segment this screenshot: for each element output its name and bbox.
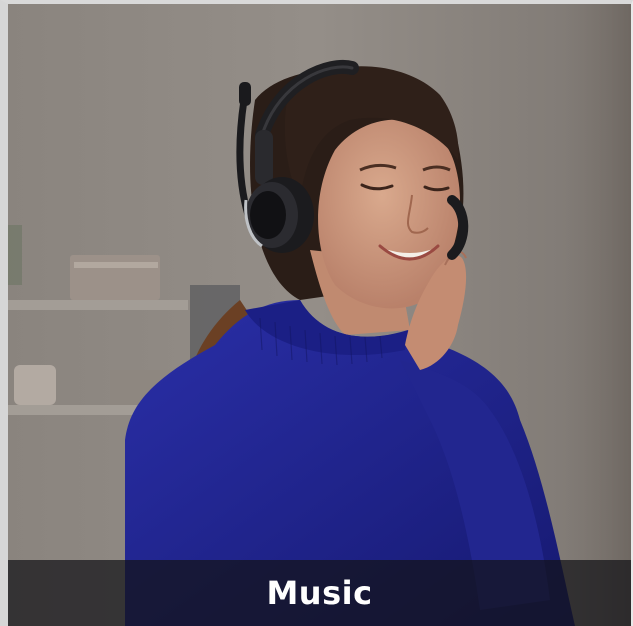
caption-bar: Music <box>8 560 631 626</box>
card-caption: Music <box>266 574 373 612</box>
music-category-card[interactable]: Music <box>0 0 633 626</box>
photo-woman-with-headset <box>0 0 633 626</box>
